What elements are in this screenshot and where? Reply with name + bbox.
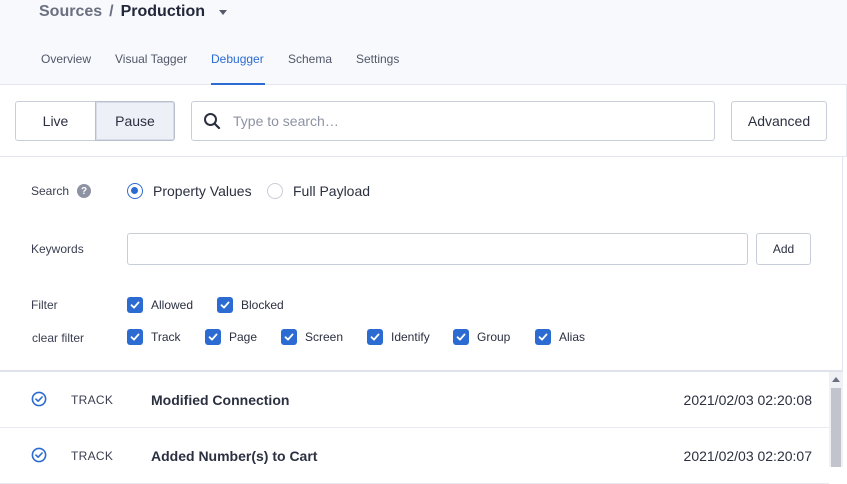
advanced-search-panel: Search ? Property Values Full Payload Ke… bbox=[0, 157, 843, 372]
search-label: Search bbox=[31, 184, 70, 198]
tab-settings[interactable]: Settings bbox=[356, 44, 402, 85]
checkmark-icon bbox=[370, 333, 380, 341]
scrollbar[interactable] bbox=[829, 372, 843, 467]
track-label[interactable]: Track bbox=[151, 330, 181, 344]
pause-button[interactable]: Pause bbox=[95, 101, 175, 141]
search-input[interactable] bbox=[233, 113, 693, 129]
checkmark-icon bbox=[284, 333, 294, 341]
checkmark-icon bbox=[208, 333, 218, 341]
tab-overview[interactable]: Overview bbox=[41, 44, 93, 85]
advanced-button[interactable]: Advanced bbox=[731, 101, 827, 141]
screen-label[interactable]: Screen bbox=[305, 330, 343, 344]
full-payload-label[interactable]: Full Payload bbox=[293, 183, 370, 199]
checkmark-icon bbox=[538, 333, 548, 341]
event-type: TRACK bbox=[71, 393, 114, 407]
event-list: TRACK Modified Connection 2021/02/03 02:… bbox=[0, 372, 829, 484]
scroll-up-arrow-icon[interactable] bbox=[832, 377, 840, 382]
list-item[interactable]: TRACK Added Number(s) to Cart 2021/02/03… bbox=[0, 428, 829, 484]
event-name: Added Number(s) to Cart bbox=[151, 448, 318, 464]
scrollbar-thumb[interactable] bbox=[831, 388, 841, 467]
clear-filter-link[interactable]: clear filter bbox=[32, 331, 84, 345]
checkmark-icon bbox=[456, 333, 466, 341]
allowed-checkbox[interactable] bbox=[127, 297, 143, 313]
page-checkbox[interactable] bbox=[205, 329, 221, 345]
full-payload-radio[interactable] bbox=[267, 183, 283, 199]
event-timestamp: 2021/02/03 02:20:08 bbox=[683, 392, 812, 408]
debugger-toolbar: Live Pause Advanced bbox=[0, 85, 847, 157]
keywords-input[interactable] bbox=[127, 233, 748, 265]
event-name: Modified Connection bbox=[151, 392, 290, 408]
breadcrumb-sources-link[interactable]: Sources bbox=[39, 3, 102, 21]
breadcrumb-current-source[interactable]: Production bbox=[121, 3, 205, 21]
track-checkbox[interactable] bbox=[127, 329, 143, 345]
breadcrumb-separator: / bbox=[109, 3, 114, 20]
allowed-label[interactable]: Allowed bbox=[151, 298, 193, 312]
identify-checkbox[interactable] bbox=[367, 329, 383, 345]
list-item[interactable]: TRACK Modified Connection 2021/02/03 02:… bbox=[0, 372, 829, 428]
identify-label[interactable]: Identify bbox=[391, 330, 430, 344]
tab-debugger[interactable]: Debugger bbox=[211, 44, 265, 85]
screen-checkbox[interactable] bbox=[281, 329, 297, 345]
filter-label: Filter bbox=[31, 298, 58, 312]
header: Sources / Production Overview Visual Tag… bbox=[0, 0, 847, 85]
search-icon bbox=[204, 113, 221, 130]
check-circle-icon bbox=[31, 447, 47, 463]
help-icon[interactable]: ? bbox=[77, 184, 91, 198]
blocked-checkbox[interactable] bbox=[217, 297, 233, 313]
checkmark-icon bbox=[130, 333, 140, 341]
group-checkbox[interactable] bbox=[453, 329, 469, 345]
live-button[interactable]: Live bbox=[15, 101, 96, 141]
breadcrumb: Sources / Production bbox=[39, 2, 228, 22]
alias-checkbox[interactable] bbox=[535, 329, 551, 345]
tab-schema[interactable]: Schema bbox=[288, 44, 334, 85]
checkmark-icon bbox=[220, 301, 230, 309]
event-timestamp: 2021/02/03 02:20:07 bbox=[683, 448, 812, 464]
add-keyword-button[interactable]: Add bbox=[756, 233, 811, 265]
check-circle-icon bbox=[31, 391, 47, 407]
search-box bbox=[191, 101, 715, 141]
alias-label[interactable]: Alias bbox=[559, 330, 585, 344]
page-label[interactable]: Page bbox=[229, 330, 257, 344]
tab-visual-tagger[interactable]: Visual Tagger bbox=[115, 44, 189, 85]
checkmark-icon bbox=[130, 301, 140, 309]
event-type: TRACK bbox=[71, 449, 114, 463]
group-label[interactable]: Group bbox=[477, 330, 510, 344]
blocked-label[interactable]: Blocked bbox=[241, 298, 284, 312]
chevron-down-icon[interactable] bbox=[219, 9, 228, 15]
property-values-radio[interactable] bbox=[127, 183, 143, 199]
property-values-label[interactable]: Property Values bbox=[153, 183, 252, 199]
keywords-label: Keywords bbox=[31, 242, 84, 256]
